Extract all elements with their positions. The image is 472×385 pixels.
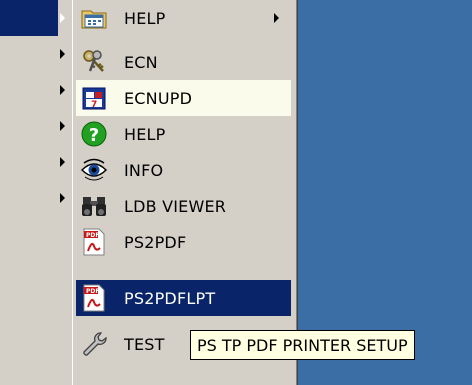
parent-submenu-arrow-icon (60, 85, 65, 95)
parent-submenu-arrow-icon (60, 13, 65, 23)
menu-item-ps2pdf[interactable]: PDF PS2PDF (76, 224, 291, 260)
menu-item-help-folder[interactable]: HELP (76, 0, 291, 36)
menu-item-help[interactable]: ? HELP (76, 116, 291, 152)
pdf-icon: PDF (80, 228, 108, 256)
svg-text:PDF: PDF (86, 232, 99, 239)
calendar-icon (80, 4, 108, 32)
menu-item-ps2pdflpt[interactable]: PDF PS2PDFLPT (76, 280, 291, 316)
parent-menu (0, 0, 78, 385)
parent-menu-selected-item[interactable] (0, 0, 58, 36)
svg-text:PDF: PDF (86, 288, 99, 295)
submenu-arrow-icon (274, 13, 279, 23)
menu-item-label: LDB VIEWER (124, 196, 227, 216)
menu-item-label: PS2PDFLPT (124, 288, 216, 308)
menu-item-label: TEST (124, 334, 165, 354)
parent-submenu-arrow-icon (60, 49, 65, 59)
pdf-icon: PDF (80, 284, 108, 312)
tooltip: PS TP PDF PRINTER SETUP (190, 330, 415, 360)
wrench-icon (80, 330, 108, 358)
menu-item-label: ECN (124, 52, 158, 72)
calendar-update-icon: 7 (80, 84, 108, 112)
parent-submenu-arrow-icon (60, 121, 65, 131)
menu-item-label: PS2PDF (124, 232, 187, 252)
svg-text:7: 7 (91, 100, 97, 110)
parent-submenu-arrow-icon (60, 193, 65, 203)
menu-item-label: HELP (124, 8, 166, 28)
keys-icon (80, 48, 108, 76)
svg-text:?: ? (89, 125, 99, 146)
menu-item-label: INFO (124, 160, 164, 180)
menu-item-ecn[interactable]: ECN (76, 44, 291, 80)
menu-item-info[interactable]: INFO (76, 152, 291, 188)
question-icon: ? (80, 120, 108, 148)
binoculars-icon (80, 192, 108, 220)
parent-submenu-arrow-icon (60, 157, 65, 167)
menu-item-ldb-viewer[interactable]: LDB VIEWER (76, 188, 291, 224)
eye-icon (80, 156, 108, 184)
menu-item-label: HELP (124, 124, 166, 144)
menu-item-label: ECNUPD (124, 88, 193, 108)
menu-item-ecnupd[interactable]: 7 ECNUPD (76, 80, 291, 116)
